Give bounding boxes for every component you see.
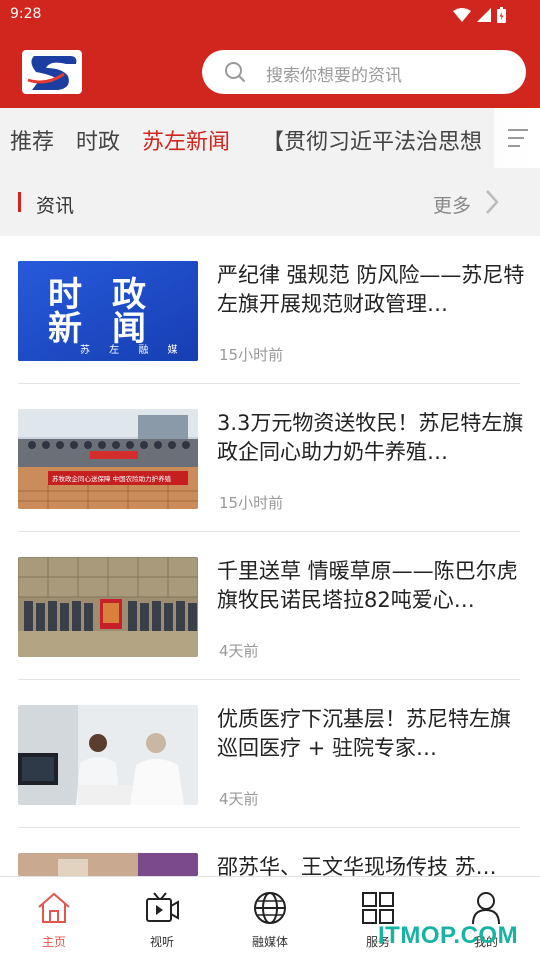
section-accent-bar: [18, 192, 21, 212]
divider: [18, 827, 520, 828]
logo-icon: [22, 50, 82, 94]
news-title[interactable]: 严纪律 强规范 防风险——苏尼特左旗开展规范财政管理…: [217, 261, 525, 319]
app-logo[interactable]: [22, 50, 82, 94]
news-time: 15小时前: [219, 494, 284, 512]
search-input[interactable]: 搜索你想要的资讯: [202, 50, 526, 94]
battery-icon: [497, 7, 506, 23]
divider: [18, 679, 520, 680]
news-item[interactable]: 苏牧政企同心送保障 中国农险助力护养殖 3.3万元物资送牧民！苏尼特左旗政企同心…: [0, 409, 540, 557]
tab-suzuo-news[interactable]: 苏左新闻: [142, 124, 230, 156]
group-photo-image: [18, 409, 198, 509]
news-time: 4天前: [219, 642, 259, 660]
section-title: 资讯: [36, 195, 75, 217]
tab-recommend[interactable]: 推荐: [10, 124, 54, 156]
divider: [18, 383, 520, 384]
tab-law-thought[interactable]: 【贯彻习近平法治思想: [262, 124, 482, 156]
news-thumbnail: 苏牧政企同心送保障 中国农险助力护养殖: [18, 409, 198, 509]
news-item[interactable]: 优质医疗下沉基层！苏尼特左旗巡回医疗 + 驻院专家… 4天前: [0, 705, 540, 853]
news-time: 15小时前: [219, 346, 284, 364]
divider: [18, 531, 520, 532]
news-thumbnail: 时政 新闻 苏 左 融 媒: [18, 261, 198, 361]
medical-consultation-photo-image: [18, 705, 198, 805]
chevron-right-icon[interactable]: [484, 188, 500, 216]
news-thumbnail: [18, 705, 198, 805]
thumb-banner-text: 苏牧政企同心送保障 中国农险助力护养殖: [52, 475, 172, 483]
more-link[interactable]: 更多: [433, 191, 471, 218]
signal-icon: [477, 8, 491, 22]
tab-politics[interactable]: 时政: [76, 124, 120, 156]
search-placeholder: 搜索你想要的资讯: [266, 66, 402, 86]
news-title[interactable]: 优质医疗下沉基层！苏尼特左旗巡回医疗 + 驻院专家…: [217, 705, 525, 763]
channel-tabs: 推荐 时政 苏左新闻 【贯彻习近平法治思想: [0, 108, 540, 168]
thumb-subtext: 苏 左 融 媒: [80, 345, 186, 356]
site-watermark: ITMOP.COM: [378, 922, 519, 949]
nav-video[interactable]: 视听: [108, 877, 216, 960]
menu-icon[interactable]: [506, 128, 530, 148]
wifi-icon: [453, 8, 471, 22]
nav-media[interactable]: 融媒体: [216, 877, 324, 960]
news-thumbnail: [18, 853, 198, 876]
nav-label: 视听: [149, 935, 174, 949]
user-icon: [472, 892, 500, 925]
craft-demo-photo-image: [18, 853, 198, 876]
nav-label: 主页: [41, 935, 66, 949]
status-bar: 9:28: [0, 0, 540, 32]
nav-label: 融媒体: [251, 935, 288, 949]
home-icon: [38, 892, 70, 923]
news-time: 4天前: [219, 790, 259, 808]
news-item[interactable]: 时政 新闻 苏 左 融 媒 严纪律 强规范 防风险——苏尼特左旗开展规范财政管理…: [0, 261, 540, 409]
news-item[interactable]: 千里送草 情暖草原——陈巴尔虎旗牧民诺民塔拉82吨爱心… 4天前: [0, 557, 540, 705]
news-title[interactable]: 千里送草 情暖草原——陈巴尔虎旗牧民诺民塔拉82吨爱心…: [217, 557, 525, 615]
video-icon: [146, 892, 179, 922]
grid-icon: [362, 892, 394, 924]
hay-donation-photo-image: [18, 557, 198, 657]
status-icons: [453, 7, 506, 23]
globe-icon: [254, 892, 286, 924]
status-time: 9:28: [10, 6, 42, 22]
nav-home[interactable]: 主页: [0, 877, 108, 960]
news-thumbnail: [18, 557, 198, 657]
search-icon: [225, 62, 245, 82]
news-title[interactable]: 3.3万元物资送牧民！苏尼特左旗政企同心助力奶牛养殖…: [217, 409, 525, 467]
